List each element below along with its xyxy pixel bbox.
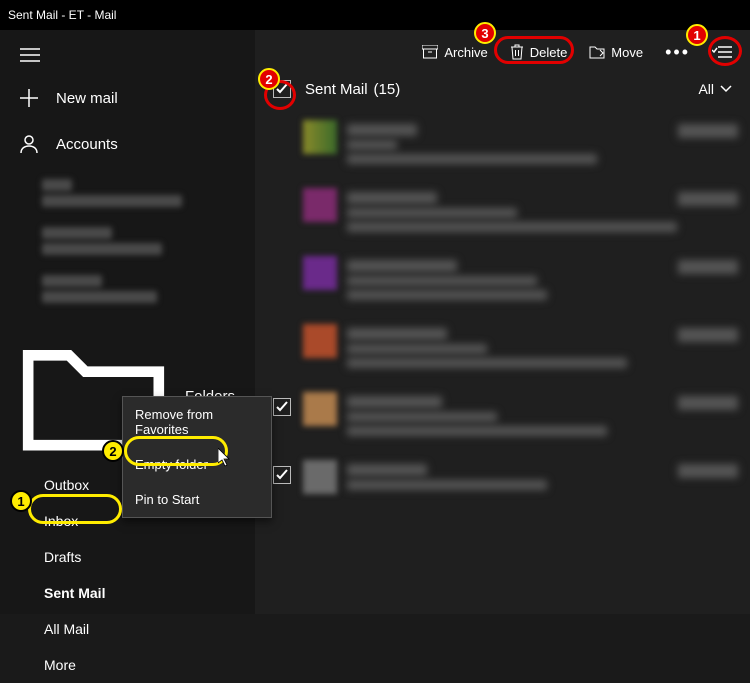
folder-all-mail-label: All Mail — [44, 621, 89, 637]
folder-sent-mail-label: Sent Mail — [44, 585, 105, 601]
selection-mode-button[interactable] — [712, 45, 732, 59]
message-list — [255, 112, 750, 614]
folder-drafts-label: Drafts — [44, 549, 81, 565]
move-icon — [589, 45, 605, 59]
avatar — [303, 120, 337, 154]
toolbar: Archive Delete Move ••• — [255, 30, 750, 70]
list-count: (15) — [374, 81, 401, 98]
avatar — [303, 460, 337, 494]
avatar — [303, 324, 337, 358]
account-details — [0, 167, 255, 325]
hamburger-icon — [20, 48, 40, 62]
context-menu: Remove from Favorites Empty folder Pin t… — [122, 396, 272, 518]
archive-label: Archive — [444, 45, 487, 60]
message-row[interactable] — [267, 316, 744, 384]
row-checkbox[interactable] — [273, 392, 293, 440]
window-title: Sent Mail - ET - Mail — [8, 8, 116, 22]
new-mail-label: New mail — [56, 90, 118, 107]
folder-more-label: More — [44, 657, 76, 673]
list-header: Sent Mail (15) All — [255, 70, 750, 112]
row-checkbox[interactable] — [273, 460, 293, 494]
more-actions-button[interactable]: ••• — [665, 47, 690, 57]
window-titlebar: Sent Mail - ET - Mail — [0, 0, 750, 30]
avatar — [303, 392, 337, 426]
message-row[interactable] — [267, 112, 744, 180]
folder-drafts[interactable]: Drafts — [0, 539, 255, 575]
message-row[interactable] — [267, 452, 744, 506]
accounts-label: Accounts — [56, 136, 118, 153]
context-empty-folder[interactable]: Empty folder — [123, 447, 271, 482]
folder-all-mail[interactable]: All Mail — [0, 611, 255, 647]
context-remove-favorites[interactable]: Remove from Favorites — [123, 397, 271, 447]
message-row[interactable] — [267, 248, 744, 316]
row-checkbox[interactable] — [273, 188, 293, 236]
row-checkbox[interactable] — [273, 256, 293, 304]
avatar — [303, 256, 337, 290]
new-mail-button[interactable]: New mail — [0, 75, 255, 121]
sidebar: New mail Accounts Folders Outbox Inbox D… — [0, 30, 255, 614]
archive-icon — [422, 45, 438, 59]
check-icon — [276, 83, 288, 95]
folder-outbox-label: Outbox — [44, 477, 89, 493]
person-icon — [20, 135, 38, 153]
avatar — [303, 188, 337, 222]
row-checkbox[interactable] — [273, 324, 293, 372]
folder-sent-mail[interactable]: Sent Mail — [0, 575, 255, 611]
move-button[interactable]: Move — [589, 45, 643, 60]
list-title: Sent Mail — [305, 81, 368, 98]
main-pane: Archive Delete Move ••• Sent Mail (15) A… — [255, 30, 750, 614]
accounts-button[interactable]: Accounts — [0, 121, 255, 167]
selection-mode-icon — [712, 45, 732, 59]
archive-button[interactable]: Archive — [422, 45, 487, 60]
filter-dropdown[interactable]: All — [698, 81, 732, 97]
chevron-down-icon — [720, 85, 732, 93]
hamburger-button[interactable] — [0, 40, 255, 75]
plus-icon — [20, 89, 38, 107]
folder-inbox-label: Inbox — [44, 513, 78, 529]
delete-button[interactable]: Delete — [510, 44, 568, 60]
delete-label: Delete — [530, 45, 568, 60]
move-label: Move — [611, 45, 643, 60]
row-checkbox[interactable] — [273, 120, 293, 168]
message-row[interactable] — [267, 180, 744, 248]
trash-icon — [510, 44, 524, 60]
context-pin-to-start[interactable]: Pin to Start — [123, 482, 271, 517]
filter-label: All — [698, 81, 714, 97]
folder-more[interactable]: More — [0, 647, 255, 683]
message-row[interactable] — [267, 384, 744, 452]
select-all-checkbox[interactable] — [273, 80, 291, 98]
